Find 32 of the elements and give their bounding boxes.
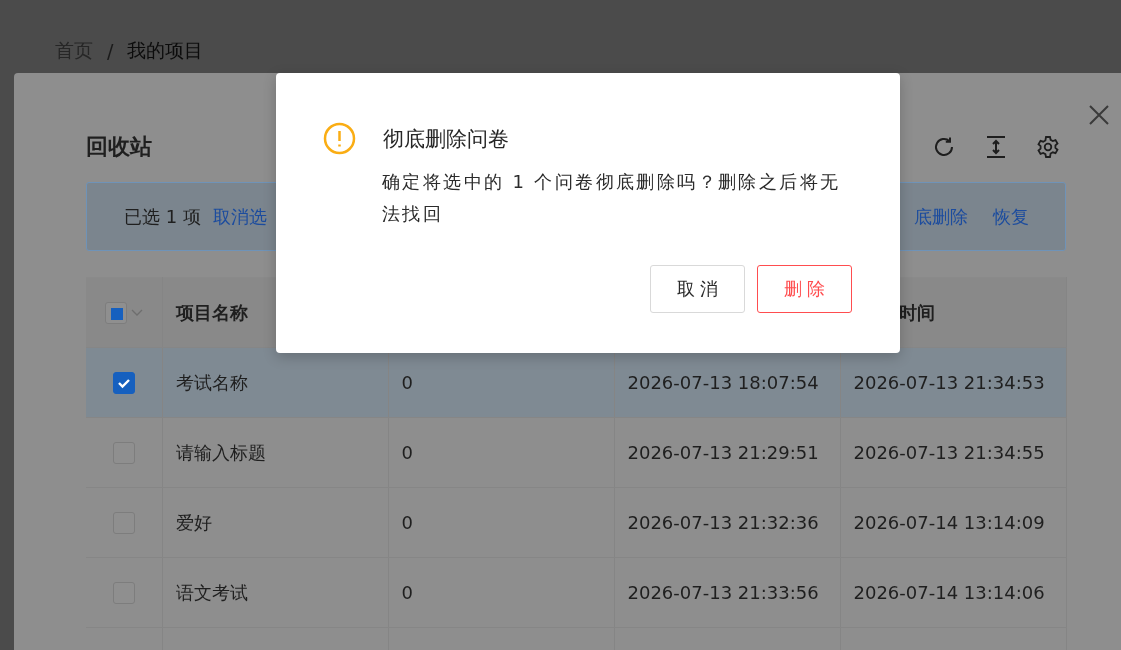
selected-count: 已选 1 项 <box>124 204 201 229</box>
reload-icon[interactable] <box>932 135 956 159</box>
breadcrumb-item: 我的项目 <box>127 38 204 63</box>
table-cell: 0 <box>388 487 614 558</box>
warning-icon <box>323 122 356 155</box>
table-cell: 2026-07-14 13:14:09 <box>840 487 1066 558</box>
drawer-title: 回收站 <box>86 133 152 161</box>
dialog-title: 彻底删除问卷 <box>383 125 509 153</box>
table-cell: 2026-07-13 21:33:56 <box>614 557 840 628</box>
alert-link[interactable]: 底删除 <box>914 204 968 229</box>
table-cell: 0 <box>388 557 614 628</box>
dialog-message: 确定将选中的 1 个问卷彻底删除吗？删除之后将无法找回 <box>382 170 842 226</box>
table-cell: 爱好 <box>162 487 388 558</box>
table-cell: 语文考试 <box>162 557 388 628</box>
table-cell: 2026-07-13 21:29:51 <box>614 417 840 488</box>
table-cell: 2026-07-14 13:14:06 <box>840 557 1066 628</box>
select-all-checkbox[interactable] <box>104 302 127 324</box>
column-height-icon[interactable] <box>985 135 1007 159</box>
alert-link[interactable]: 取消选 <box>212 204 267 229</box>
alert-link[interactable]: 恢复 <box>993 204 1029 229</box>
cancel-button[interactable]: 取 消 <box>650 265 745 313</box>
delete-button[interactable]: 删 除 <box>757 265 852 313</box>
row-checkbox[interactable] <box>112 372 135 394</box>
table-cell: 请输入标题 <box>162 417 388 488</box>
table-cell: 2026-07-13 21:34:53 <box>840 347 1066 418</box>
table-cell: 2026-07-13 21:34:55 <box>840 417 1066 488</box>
table-cell: 2026-07-13 21:32:36 <box>614 487 840 558</box>
table-cell: 考试名称 <box>162 347 388 418</box>
breadcrumb-separator: / <box>107 40 114 62</box>
table-cell: 0 <box>388 417 614 488</box>
close-icon[interactable] <box>1089 105 1109 125</box>
settings-icon[interactable] <box>1036 135 1060 159</box>
